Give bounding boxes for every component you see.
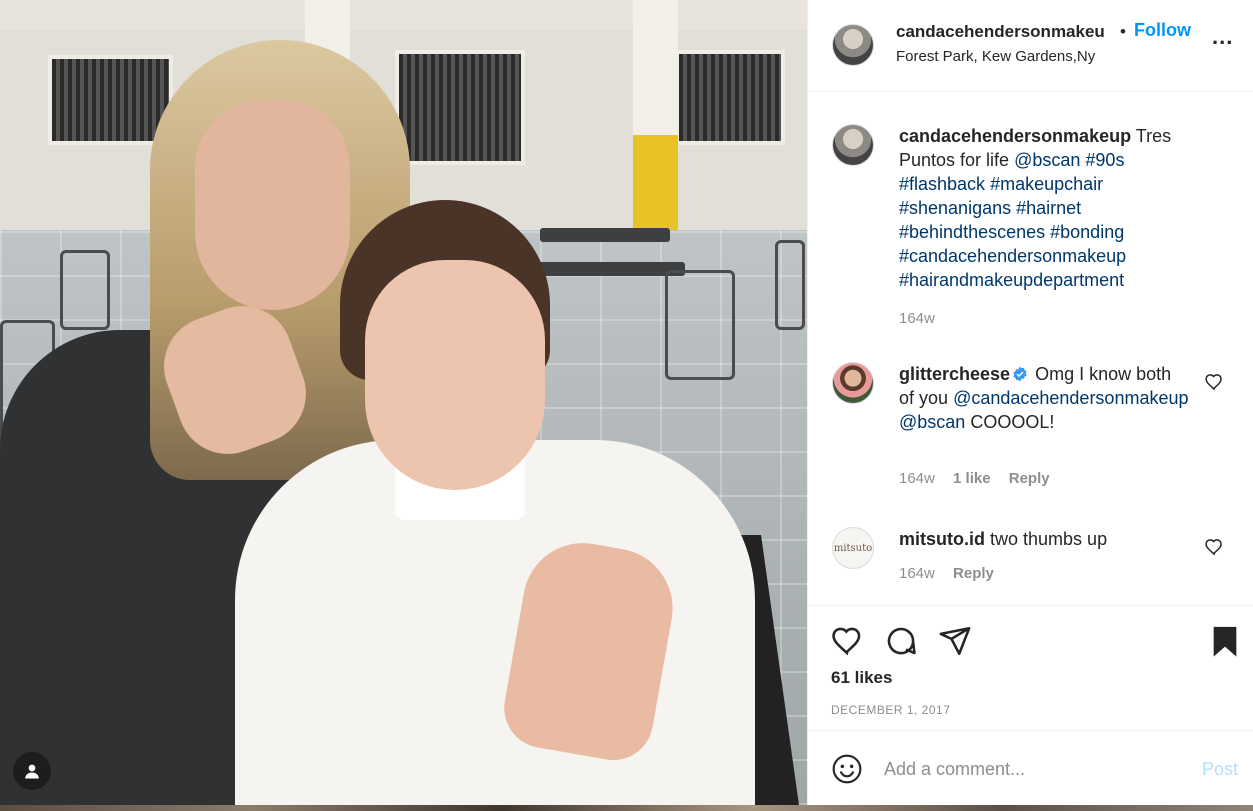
heart-icon[interactable] <box>830 624 864 658</box>
commenter-username[interactable]: mitsuto.id <box>899 529 985 549</box>
post-date[interactable]: DECEMBER 1, 2017 <box>831 703 950 717</box>
follow-button[interactable]: Follow <box>1134 20 1191 41</box>
hashtag-link[interactable]: #behindthescenes <box>899 222 1045 242</box>
next-content-strip <box>0 805 1253 811</box>
comment-suffix: COOOOL! <box>970 412 1055 432</box>
post-header: candacehendersonmakeu • Follow Forest Pa… <box>808 0 1253 92</box>
table <box>540 228 670 242</box>
mention-link[interactable]: @candacehendersonmakeup <box>953 388 1188 408</box>
window <box>48 55 173 145</box>
post-comment-button[interactable]: Post <box>1202 759 1238 780</box>
verified-badge-icon <box>1013 366 1027 382</box>
hashtag-link[interactable]: #hairandmakeupdepartment <box>899 270 1124 290</box>
window <box>395 50 525 165</box>
commenter-avatar[interactable]: mitsuto <box>832 527 874 569</box>
caption-username[interactable]: candacehendersonmakeup <box>899 126 1131 146</box>
hashtag-link[interactable]: #flashback <box>899 174 985 194</box>
comment-icon[interactable] <box>884 624 918 658</box>
avatar-logo-text: mitsuto <box>833 542 873 554</box>
comment-text: glittercheese Omg I know both of you @ca… <box>899 362 1189 434</box>
comment-meta: 164w Reply <box>899 565 1008 582</box>
hashtag-link[interactable]: #makeupchair <box>990 174 1103 194</box>
comment-time[interactable]: 164w <box>899 470 935 487</box>
hashtag-link[interactable]: #shenanigans <box>899 198 1011 218</box>
chair <box>775 240 805 330</box>
table <box>535 262 685 276</box>
reply-button[interactable]: Reply <box>1009 470 1050 487</box>
chair <box>60 250 110 330</box>
post-details-panel: candacehendersonmakeu • Follow Forest Pa… <box>807 0 1253 811</box>
emoji-icon[interactable] <box>831 753 863 785</box>
more-options-icon[interactable]: ... <box>1212 26 1240 54</box>
comment-likes[interactable]: 1 like <box>953 470 991 487</box>
commenter-avatar[interactable] <box>832 362 874 404</box>
post-actions: 61 likes DECEMBER 1, 2017 <box>808 605 1253 729</box>
commenter-username[interactable]: glittercheese <box>899 364 1010 384</box>
post-photo[interactable] <box>0 0 807 805</box>
comment-time[interactable]: 164w <box>899 565 935 582</box>
mention-link[interactable]: @bscan <box>899 412 965 432</box>
caption-meta: 164w <box>899 310 949 327</box>
caption-text: candacehendersonmakeup Tres Puntos for l… <box>899 124 1199 292</box>
comments-section[interactable]: candacehendersonmakeup Tres Puntos for l… <box>808 93 1253 603</box>
hashtag-link[interactable]: #90s <box>1085 150 1124 170</box>
comment-like-heart-icon[interactable] <box>1204 372 1224 392</box>
likes-count[interactable]: 61 likes <box>831 668 892 688</box>
window <box>675 50 785 145</box>
person-woman-face <box>195 100 350 310</box>
separator-dot: • <box>1120 22 1126 41</box>
comment-meta: 164w 1 like Reply <box>899 470 1064 487</box>
author-username[interactable]: candacehendersonmakeu <box>896 22 1105 42</box>
reply-button[interactable]: Reply <box>953 565 994 582</box>
user-tag-icon[interactable] <box>13 752 51 790</box>
pillar <box>633 0 678 135</box>
post-location[interactable]: Forest Park, Kew Gardens,Ny <box>896 48 1095 65</box>
hashtag-link[interactable]: #candacehendersonmakeup <box>899 246 1126 266</box>
caption-author-avatar[interactable] <box>832 124 874 166</box>
caption-time[interactable]: 164w <box>899 310 935 327</box>
paper-plane-icon[interactable] <box>938 624 972 658</box>
author-avatar[interactable] <box>832 24 874 66</box>
add-comment-bar: Post <box>808 730 1253 811</box>
chair <box>665 270 735 380</box>
ceiling <box>0 0 807 30</box>
comment-like-heart-icon[interactable] <box>1204 537 1224 557</box>
comment-input[interactable] <box>884 755 1184 783</box>
mention-link[interactable]: @bscan <box>1014 150 1080 170</box>
comment-text: mitsuto.id two thumbs up <box>899 527 1189 551</box>
hashtag-link[interactable]: #hairnet <box>1016 198 1081 218</box>
yellow-pillar <box>633 135 678 235</box>
comment-body: two thumbs up <box>990 529 1108 549</box>
hashtag-link[interactable]: #bonding <box>1050 222 1124 242</box>
person-man-face <box>365 260 545 490</box>
bookmark-icon[interactable] <box>1208 624 1242 658</box>
